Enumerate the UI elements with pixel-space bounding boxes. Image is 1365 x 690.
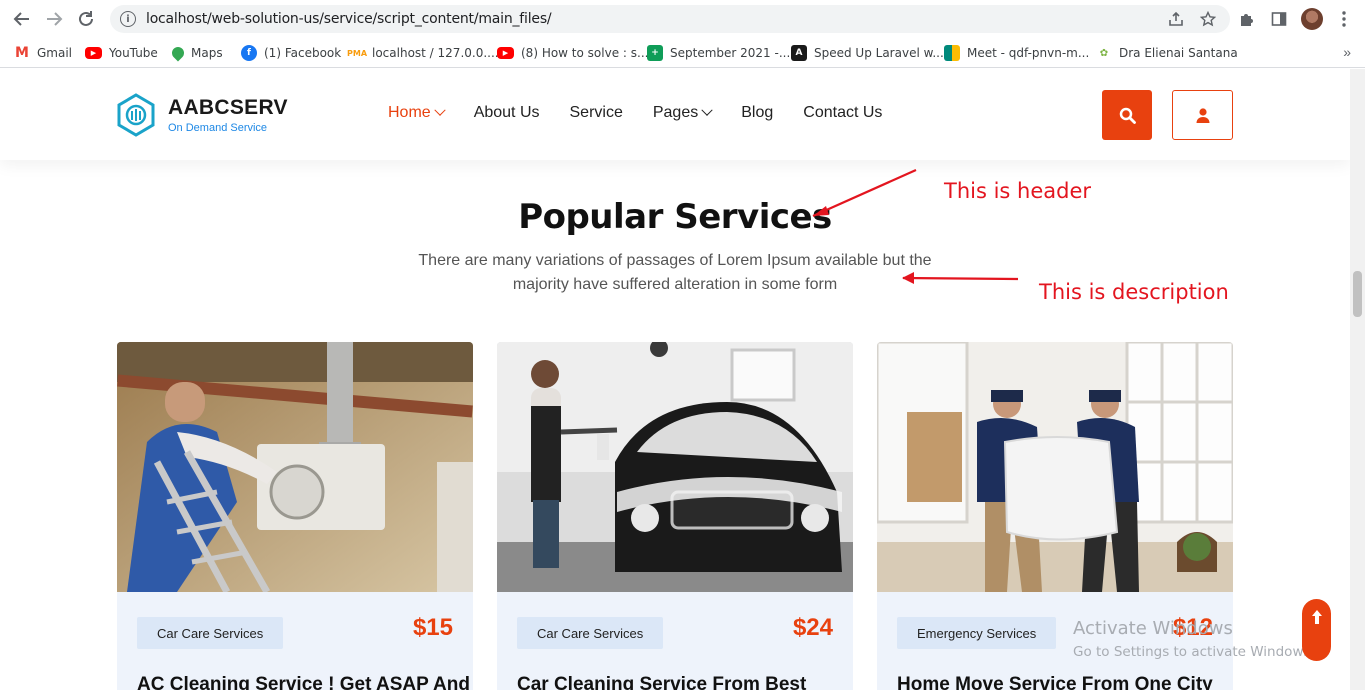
back-to-top-button[interactable]: [1302, 599, 1331, 661]
bookmark-gmail[interactable]: M Gmail: [14, 44, 72, 62]
bookmark-label: Speed Up Laravel w...: [814, 46, 944, 60]
watermark-line1: Activate Windows: [1073, 618, 1233, 639]
brand-name: AABCSERV: [168, 96, 288, 119]
search-icon: [1119, 107, 1136, 124]
windows-activation-watermark: Activate Windows Go to Settings to activ…: [1073, 618, 1315, 660]
page-scrollbar[interactable]: [1350, 69, 1365, 690]
nav-label: About Us: [473, 104, 540, 121]
section-title: Popular Services: [518, 197, 832, 237]
site-icon: ✿: [1096, 45, 1112, 61]
laravel-icon: A: [791, 45, 807, 61]
bookmark-facebook[interactable]: f (1) Facebook: [241, 44, 341, 62]
more-bookmarks-icon[interactable]: »: [1343, 44, 1351, 60]
bookmark-youtube[interactable]: ▶ YouTube: [85, 44, 158, 62]
site-header: AABCSERV On Demand Service Home About Us…: [0, 69, 1350, 160]
forward-arrow-icon: [47, 12, 63, 26]
side-panel-icon[interactable]: [1269, 9, 1289, 29]
bookmarks-bar: M Gmail ▶ YouTube Maps f (1) Facebook PM…: [0, 38, 1365, 68]
forward-button[interactable]: [42, 7, 66, 31]
bookmark-label: Maps: [191, 46, 223, 60]
maps-icon: [169, 44, 187, 62]
bookmark-star-icon[interactable]: [1200, 5, 1216, 33]
account-button[interactable]: [1172, 90, 1233, 140]
nav-label: Blog: [741, 104, 774, 121]
bookmark-localhost[interactable]: PMA localhost / 127.0.0....: [347, 44, 499, 62]
nav-label: Contact Us: [803, 104, 883, 121]
bookmark-label: YouTube: [109, 46, 158, 60]
category-badge[interactable]: Car Care Services: [517, 617, 664, 649]
section-description: There are many variations of passages of…: [418, 252, 932, 293]
site-info-icon[interactable]: i: [120, 11, 136, 27]
url-text[interactable]: localhost/web-solution-us/service/script…: [146, 11, 552, 27]
nav-label: Home: [388, 104, 431, 121]
youtube-icon: ▶: [85, 47, 102, 59]
bookmark-laravel[interactable]: A Speed Up Laravel w...: [791, 44, 944, 62]
brand-tagline: On Demand Service: [168, 122, 268, 134]
price-label: $24: [792, 614, 833, 641]
price-label: $15: [412, 614, 453, 641]
nav-home[interactable]: Home: [388, 104, 446, 122]
service-title[interactable]: Home Move Service From One City: [897, 674, 1213, 690]
back-arrow-icon: [13, 12, 29, 26]
sheets-icon: +: [647, 45, 663, 61]
nav-service[interactable]: Service: [570, 104, 623, 122]
chevron-down-icon: [701, 104, 713, 116]
user-icon: [1196, 107, 1209, 123]
service-image-car-cleaning[interactable]: [497, 342, 853, 592]
search-button[interactable]: [1102, 90, 1152, 140]
address-bar[interactable]: i localhost/web-solution-us/service/scri…: [110, 5, 1230, 33]
browser-toolbar: i localhost/web-solution-us/service/scri…: [0, 0, 1365, 38]
site-logo[interactable]: AABCSERV On Demand Service: [115, 93, 288, 137]
service-title[interactable]: AC Cleaning Service ! Get ASAP And: [137, 674, 470, 690]
bookmark-label: localhost / 127.0.0....: [372, 46, 499, 60]
bookmark-dra-elienai[interactable]: ✿ Dra Elienai Santana: [1096, 44, 1238, 62]
nav-about-us[interactable]: About Us: [474, 104, 540, 122]
bookmark-september[interactable]: + September 2021 -...: [647, 44, 790, 62]
facebook-icon: f: [241, 45, 257, 61]
category-badge[interactable]: Car Care Services: [137, 617, 284, 649]
nav-contact-us[interactable]: Contact Us: [803, 104, 882, 122]
annotation-description-note: This is description: [1039, 280, 1229, 304]
gmail-icon: M: [14, 45, 30, 61]
bookmark-label: September 2021 -...: [670, 46, 791, 60]
nav-pages[interactable]: Pages: [652, 104, 713, 122]
chevron-down-icon: [434, 104, 446, 116]
logo-icon: [117, 93, 155, 137]
main-nav: Home About Us Service Pages Blog Contact…: [388, 104, 912, 122]
bookmark-label: (8) How to solve : s...: [521, 46, 649, 60]
share-icon[interactable]: [1168, 5, 1184, 33]
service-title[interactable]: Car Cleaning Service From Best: [517, 674, 806, 690]
back-button[interactable]: [10, 7, 34, 31]
arrow-up-icon: [1311, 610, 1322, 624]
bookmark-label: Dra Elienai Santana: [1119, 46, 1238, 60]
watermark-line2: Go to Settings to activate Windows.: [1073, 644, 1315, 660]
bookmark-meet[interactable]: Meet - qdf-pnvn-m...: [944, 44, 1089, 62]
browser-menu-icon[interactable]: [1334, 9, 1354, 29]
service-image-home-move[interactable]: [877, 342, 1233, 592]
service-card[interactable]: Car Care Services $24 Car Cleaning Servi…: [497, 342, 853, 690]
nav-label: Pages: [652, 104, 699, 121]
service-image-ac-cleaning[interactable]: [117, 342, 473, 592]
annotation-header-note: This is header: [944, 179, 1092, 203]
reload-button[interactable]: [74, 7, 98, 31]
page-viewport: AABCSERV On Demand Service Home About Us…: [0, 69, 1350, 690]
service-card[interactable]: Car Care Services $15 AC Cleaning Servic…: [117, 342, 473, 690]
bookmark-label: Gmail: [37, 46, 73, 60]
nav-label: Service: [569, 104, 623, 121]
bookmark-how-to-solve[interactable]: ▶ (8) How to solve : s...: [497, 44, 648, 62]
bookmark-maps[interactable]: Maps: [169, 44, 223, 62]
category-badge[interactable]: Emergency Services: [897, 617, 1057, 649]
youtube-icon: ▶: [497, 47, 514, 59]
meet-icon: [944, 45, 960, 61]
scrollbar-thumb[interactable]: [1353, 271, 1362, 317]
reload-icon: [79, 11, 93, 26]
phpmyadmin-icon: PMA: [347, 45, 367, 61]
nav-blog[interactable]: Blog: [741, 104, 773, 122]
bookmark-label: (1) Facebook: [264, 46, 342, 60]
bookmark-label: Meet - qdf-pnvn-m...: [967, 46, 1090, 60]
profile-avatar[interactable]: [1301, 8, 1323, 30]
extensions-icon[interactable]: [1237, 9, 1257, 29]
